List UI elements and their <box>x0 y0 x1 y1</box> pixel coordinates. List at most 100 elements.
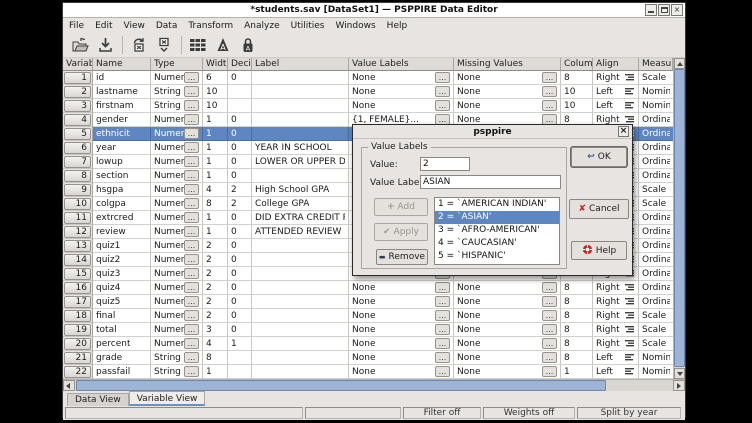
width-cell[interactable]: 2 <box>203 281 228 295</box>
width-cell[interactable]: 1 <box>203 127 228 141</box>
row-number-button[interactable]: 9 <box>64 184 91 196</box>
edit-ellipsis-button[interactable]: ... <box>184 128 199 139</box>
width-cell[interactable]: 4 <box>203 337 228 351</box>
name-cell[interactable]: hsgpa <box>93 183 151 197</box>
type-cell[interactable]: Numeric... <box>151 225 203 239</box>
columns-cell[interactable]: 8 <box>561 323 593 337</box>
value-labels-cell[interactable]: None... <box>349 365 454 379</box>
measure-cell[interactable]: Ordinal <box>639 239 673 253</box>
decimals-cell[interactable]: 0 <box>228 127 252 141</box>
width-cell[interactable]: 2 <box>203 239 228 253</box>
row-number-button[interactable]: 5 <box>64 128 91 140</box>
edit-ellipsis-button[interactable]: ... <box>184 282 199 293</box>
width-cell[interactable]: 2 <box>203 309 228 323</box>
width-cell[interactable]: 8 <box>203 351 228 365</box>
value-labels-cell[interactable]: None... <box>349 281 454 295</box>
columns-cell[interactable]: 1 <box>561 365 593 379</box>
measure-cell[interactable]: Ordinal <box>639 169 673 183</box>
tab-variable-view[interactable]: Variable View <box>129 391 206 406</box>
menu-utilities[interactable]: Utilities <box>291 21 325 31</box>
value-labels-cell[interactable]: None... <box>349 309 454 323</box>
decimals-cell[interactable]: 0 <box>228 295 252 309</box>
label-cell[interactable] <box>252 351 349 365</box>
edit-ellipsis-button[interactable]: ... <box>542 324 557 335</box>
edit-ellipsis-button[interactable]: ... <box>435 72 450 83</box>
measure-cell[interactable]: Scale <box>639 309 673 323</box>
decimals-cell[interactable]: 0 <box>228 141 252 155</box>
row-number-button[interactable]: 19 <box>64 324 91 336</box>
value-label-item[interactable]: 1 = `AMERICAN INDIAN' <box>435 198 559 211</box>
name-cell[interactable]: quiz5 <box>93 295 151 309</box>
label-cell[interactable]: LOWER OR UPPER DIVIS <box>252 155 349 169</box>
name-cell[interactable]: firstnam <box>93 99 151 113</box>
measure-cell[interactable]: Scale <box>639 337 673 351</box>
dialog-close-button[interactable]: × <box>618 126 629 137</box>
missing-values-cell[interactable]: None... <box>454 99 561 113</box>
width-cell[interactable]: 1 <box>203 169 228 183</box>
type-cell[interactable]: Numeric... <box>151 253 203 267</box>
columns-cell[interactable]: 8 <box>561 71 593 85</box>
name-cell[interactable]: grade <box>93 351 151 365</box>
edit-ellipsis-button[interactable]: ... <box>542 100 557 111</box>
label-cell[interactable] <box>252 71 349 85</box>
column-header-width[interactable]: Width <box>203 58 228 71</box>
edit-ellipsis-button[interactable]: ... <box>435 366 450 377</box>
measure-cell[interactable]: Ordinal <box>639 211 673 225</box>
columns-cell[interactable]: 8 <box>561 337 593 351</box>
missing-values-cell[interactable]: None... <box>454 351 561 365</box>
edit-ellipsis-button[interactable]: ... <box>184 184 199 195</box>
edit-ellipsis-button[interactable]: ... <box>435 296 450 307</box>
edit-ellipsis-button[interactable]: ... <box>184 198 199 209</box>
decimals-cell[interactable]: 0 <box>228 71 252 85</box>
help-button[interactable]: Help <box>571 241 627 260</box>
align-cell[interactable]: Right <box>593 281 639 295</box>
width-cell[interactable]: 1 <box>203 155 228 169</box>
tab-data-view[interactable]: Data View <box>67 393 129 406</box>
type-cell[interactable]: Numeric... <box>151 267 203 281</box>
edit-ellipsis-button[interactable]: ... <box>542 338 557 349</box>
decimals-cell[interactable]: 2 <box>228 197 252 211</box>
row-number-button[interactable]: 21 <box>64 352 91 364</box>
ok-button[interactable]: ↩ OK <box>571 147 627 167</box>
missing-values-cell[interactable]: None... <box>454 295 561 309</box>
width-cell[interactable]: 1 <box>203 365 228 379</box>
edit-ellipsis-button[interactable]: ... <box>435 310 450 321</box>
edit-ellipsis-button[interactable]: ... <box>184 366 199 377</box>
align-cell[interactable]: Left <box>593 85 639 99</box>
label-cell[interactable]: DID EXTRA CREDIT PROJ <box>252 211 349 225</box>
columns-cell[interactable]: 8 <box>561 309 593 323</box>
row-number-button[interactable]: 20 <box>64 338 91 350</box>
measure-cell[interactable]: Ordinal <box>639 155 673 169</box>
columns-cell[interactable]: 10 <box>561 99 593 113</box>
edit-ellipsis-button[interactable]: ... <box>435 338 450 349</box>
value-labels-list[interactable]: 1 = `AMERICAN INDIAN'2 = `ASIAN'3 = `AFR… <box>434 197 560 265</box>
name-cell[interactable]: quiz2 <box>93 253 151 267</box>
label-cell[interactable]: College GPA <box>252 197 349 211</box>
decimals-cell[interactable]: 0 <box>228 253 252 267</box>
name-cell[interactable]: quiz3 <box>93 267 151 281</box>
label-cell[interactable]: ATTENDED REVIEW SES <box>252 225 349 239</box>
row-number-button[interactable]: 8 <box>64 170 91 182</box>
name-cell[interactable]: gender <box>93 113 151 127</box>
decimals-cell[interactable] <box>228 99 252 113</box>
name-cell[interactable]: total <box>93 323 151 337</box>
label-cell[interactable] <box>252 365 349 379</box>
open-icon[interactable] <box>69 35 91 56</box>
type-cell[interactable]: Numeric... <box>151 155 203 169</box>
add-button[interactable]: + Add <box>374 198 428 216</box>
scroll-right-icon[interactable] <box>673 380 685 391</box>
type-cell[interactable]: Numeric... <box>151 337 203 351</box>
label-cell[interactable] <box>252 127 349 141</box>
measure-cell[interactable]: Scale <box>639 197 673 211</box>
edit-ellipsis-button[interactable]: ... <box>435 86 450 97</box>
measure-cell[interactable]: Scale <box>639 183 673 197</box>
menu-edit[interactable]: Edit <box>95 21 112 31</box>
edit-ellipsis-button[interactable]: ... <box>184 114 199 125</box>
value-labels-cell[interactable]: None... <box>349 85 454 99</box>
width-cell[interactable]: 4 <box>203 183 228 197</box>
align-cell[interactable]: Left <box>593 365 639 379</box>
type-cell[interactable]: Numeric... <box>151 211 203 225</box>
edit-ellipsis-button[interactable]: ... <box>435 100 450 111</box>
label-cell[interactable] <box>252 239 349 253</box>
decimals-cell[interactable] <box>228 85 252 99</box>
